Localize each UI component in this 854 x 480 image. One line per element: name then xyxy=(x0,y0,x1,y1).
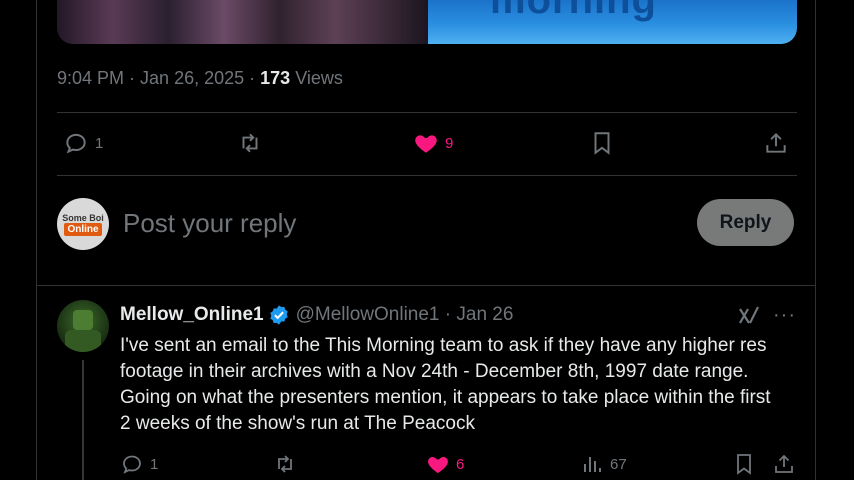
share-icon xyxy=(766,132,786,153)
avatar-text-line1: Some Boi xyxy=(62,212,104,223)
reply-author-handle[interactable]: @MellowOnline1 xyxy=(296,304,440,326)
reply-header: Mellow_Online1 @MellowOnline1 · Jan 26 xyxy=(120,304,513,326)
divider xyxy=(36,285,816,286)
reply-action[interactable]: 1 xyxy=(63,130,103,156)
reply-repost-action[interactable] xyxy=(273,452,297,476)
reply-reply-count: 1 xyxy=(150,455,159,473)
reply-share-action[interactable] xyxy=(772,452,796,476)
views-label: Views xyxy=(295,68,343,88)
reply-text: I've sent an email to the This Morning t… xyxy=(120,335,771,434)
media-image-left[interactable] xyxy=(57,0,428,44)
reply-action-bar: 1 6 67 xyxy=(120,452,800,478)
reply-views-action[interactable]: 67 xyxy=(580,452,627,476)
tweet-detail-column: morning 9:04 PM · Jan 26, 2025 · 173 Vie… xyxy=(36,0,816,480)
repost-icon xyxy=(242,133,258,153)
tweet-time[interactable]: 9:04 PM xyxy=(57,68,124,88)
share-icon xyxy=(775,454,793,473)
avatar-text-line2: Online xyxy=(64,222,102,236)
reply-count: 1 xyxy=(95,134,104,152)
bookmark-icon xyxy=(594,132,610,155)
reply-like-count: 6 xyxy=(456,455,465,473)
reply-bookmark-action[interactable] xyxy=(732,452,756,476)
views-chart-icon xyxy=(584,457,601,472)
media-logo-text: morning xyxy=(490,0,657,22)
more-options-icon[interactable]: ··· xyxy=(773,304,796,327)
heart-filled-icon xyxy=(428,457,448,473)
repost-icon xyxy=(278,455,292,473)
divider xyxy=(57,175,797,176)
reply-icon xyxy=(123,455,141,474)
my-avatar[interactable]: Some Boi Online xyxy=(57,198,109,250)
grok-icon[interactable] xyxy=(737,304,761,328)
reply-date[interactable]: Jan 26 xyxy=(456,304,513,326)
reply-author-avatar[interactable] xyxy=(57,300,109,352)
bookmark-action[interactable] xyxy=(589,130,615,156)
reply-author-name[interactable]: Mellow_Online1 xyxy=(120,304,264,326)
tweet-date[interactable]: Jan 26, 2025 xyxy=(140,68,244,88)
thread-line xyxy=(82,360,84,480)
reply-like-action[interactable]: 6 xyxy=(426,452,464,476)
media-image-right[interactable]: morning xyxy=(428,0,797,44)
reply-reply-action[interactable]: 1 xyxy=(120,452,158,476)
bookmark-icon xyxy=(737,454,751,475)
repost-action[interactable] xyxy=(237,130,263,156)
reply-input[interactable]: Post your reply xyxy=(123,208,296,239)
tweet-meta: 9:04 PM · Jan 26, 2025 · 173 Views xyxy=(57,68,343,88)
divider xyxy=(57,112,797,113)
like-count: 9 xyxy=(445,134,454,152)
tweet-media[interactable]: morning xyxy=(57,0,797,44)
reply-icon xyxy=(66,133,86,154)
heart-filled-icon xyxy=(415,135,437,153)
reply-button[interactable]: Reply xyxy=(697,199,794,246)
views-count: 173 xyxy=(260,68,291,88)
reply-views-count: 67 xyxy=(610,455,627,473)
tweet-action-bar: 1 9 xyxy=(57,130,797,160)
like-action[interactable]: 9 xyxy=(413,130,453,156)
share-action[interactable] xyxy=(763,130,789,156)
avatar-figure-body xyxy=(65,330,101,352)
avatar-figure-head xyxy=(73,310,93,330)
verified-badge-icon xyxy=(269,305,288,325)
reply-separator: · xyxy=(439,304,457,325)
